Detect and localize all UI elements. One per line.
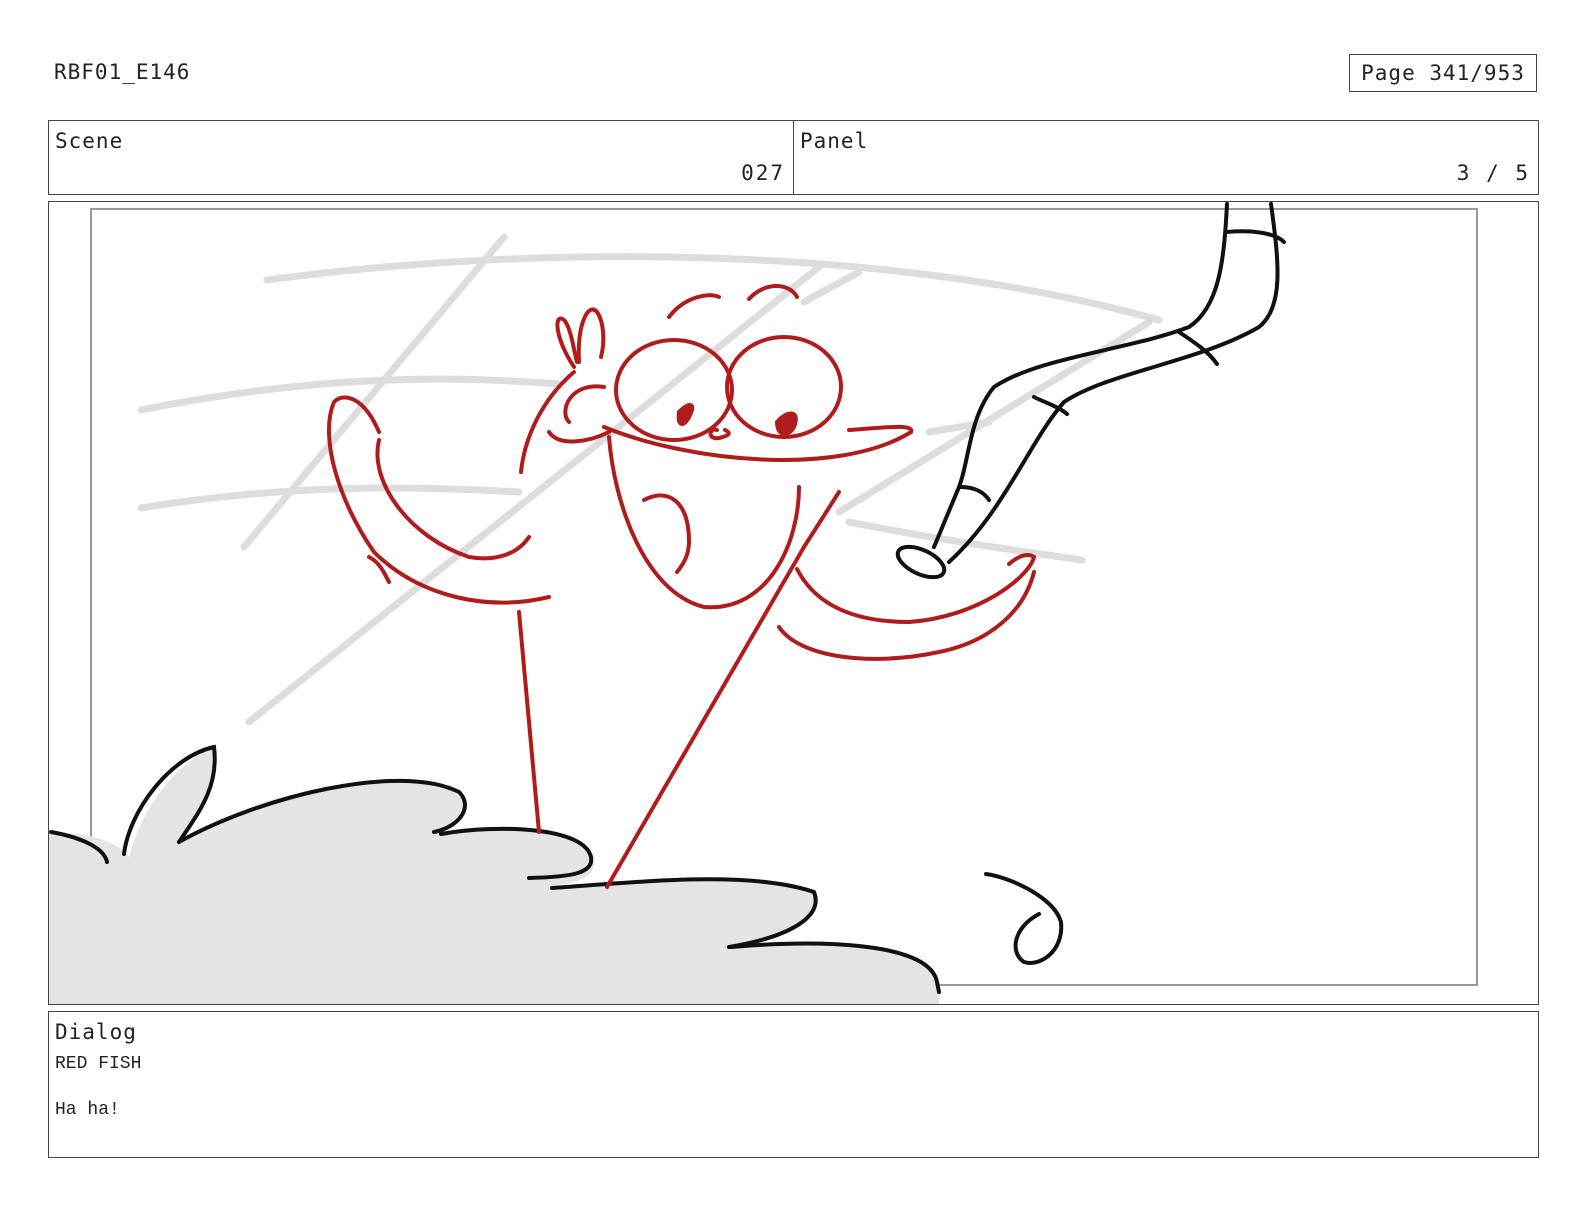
scene-label: Scene	[55, 129, 124, 153]
panel-number: 3 / 5	[1456, 161, 1530, 185]
dialog-line: Ha ha!	[55, 1100, 120, 1120]
dialog-label: Dialog	[55, 1020, 137, 1044]
panel-cell: Panel 3 / 5	[793, 121, 1538, 194]
dialog-speaker: RED FISH	[55, 1054, 142, 1074]
scene-cell: Scene 027	[49, 121, 793, 194]
storyboard-panel	[48, 201, 1539, 1005]
scene-panel-row: Scene 027 Panel 3 / 5	[48, 120, 1539, 195]
hook-line	[895, 202, 1286, 965]
rough-construction-lines	[137, 233, 1163, 726]
ground-cloud	[49, 747, 939, 1004]
document-id: RBF01_E146	[54, 60, 191, 84]
dialog-box: Dialog RED FISH Ha ha!	[48, 1011, 1539, 1158]
page-counter: Page 341/953	[1349, 54, 1537, 92]
panel-label: Panel	[800, 129, 869, 153]
storyboard-sketch-icon	[49, 202, 1478, 1004]
scene-number: 027	[741, 161, 785, 185]
